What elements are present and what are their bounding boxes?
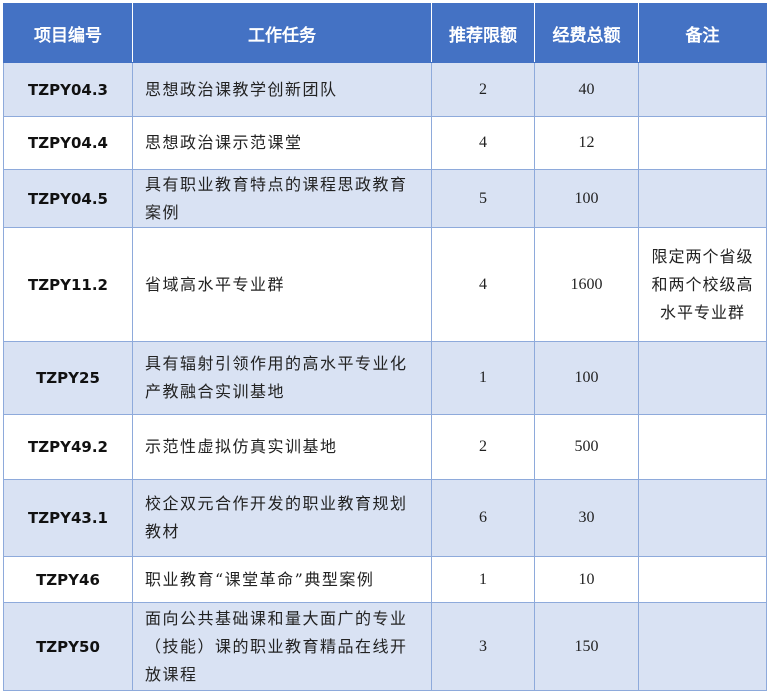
task-cell: 省域高水平专业群	[132, 227, 432, 342]
task-cell: 面向公共基础课和量大面广的专业（技能）课的职业教育精品在线开放课程	[132, 602, 432, 691]
quota-cell: 1	[431, 556, 535, 603]
table-row: TZPY04.5 具有职业教育特点的课程思政教育案例 5 100	[3, 169, 767, 228]
table-row: TZPY25 具有辐射引领作用的高水平专业化产教融合实训基地 1 100	[3, 341, 767, 415]
task-funding-table: 项目编号 工作任务 推荐限额 经费总额 备注 TZPY04.3 思想政治课教学创…	[3, 3, 767, 691]
funding-cell: 12	[534, 116, 639, 170]
table-row: TZPY11.2 省域高水平专业群 4 1600 限定两个省级和两个校级高水平专…	[3, 227, 767, 342]
project-code-cell: TZPY25	[3, 341, 133, 415]
remark-cell	[638, 602, 767, 691]
funding-cell: 40	[534, 62, 639, 117]
table-row: TZPY49.2 示范性虚拟仿真实训基地 2 500	[3, 414, 767, 480]
remark-cell	[638, 62, 767, 117]
table-container: 项目编号 工作任务 推荐限额 经费总额 备注 TZPY04.3 思想政治课教学创…	[3, 3, 767, 691]
remark-cell	[638, 116, 767, 170]
table-row: TZPY04.3 思想政治课教学创新团队 2 40	[3, 62, 767, 117]
header-project-code: 项目编号	[3, 3, 133, 63]
funding-cell: 10	[534, 556, 639, 603]
table-row: TZPY04.4 思想政治课示范课堂 4 12	[3, 116, 767, 170]
quota-cell: 4	[431, 116, 535, 170]
project-code-cell: TZPY04.3	[3, 62, 133, 117]
task-cell: 具有辐射引领作用的高水平专业化产教融合实训基地	[132, 341, 432, 415]
project-code-cell: TZPY50	[3, 602, 133, 691]
remark-cell	[638, 556, 767, 603]
funding-cell: 1600	[534, 227, 639, 342]
header-funding: 经费总额	[534, 3, 639, 63]
project-code-cell: TZPY49.2	[3, 414, 133, 480]
quota-cell: 2	[431, 62, 535, 117]
project-code-cell: TZPY04.5	[3, 169, 133, 228]
table-row: TZPY50 面向公共基础课和量大面广的专业（技能）课的职业教育精品在线开放课程…	[3, 602, 767, 691]
project-code-cell: TZPY11.2	[3, 227, 133, 342]
funding-cell: 150	[534, 602, 639, 691]
header-quota: 推荐限额	[431, 3, 535, 63]
quota-cell: 1	[431, 341, 535, 415]
header-row: 项目编号 工作任务 推荐限额 经费总额 备注	[3, 3, 767, 63]
quota-cell: 5	[431, 169, 535, 228]
task-cell: 职业教育“课堂革命”典型案例	[132, 556, 432, 603]
quota-cell: 4	[431, 227, 535, 342]
remark-cell	[638, 414, 767, 480]
task-cell: 校企双元合作开发的职业教育规划教材	[132, 479, 432, 557]
task-cell: 示范性虚拟仿真实训基地	[132, 414, 432, 480]
remark-cell	[638, 341, 767, 415]
funding-cell: 30	[534, 479, 639, 557]
project-code-cell: TZPY46	[3, 556, 133, 603]
header-task: 工作任务	[132, 3, 432, 63]
quota-cell: 6	[431, 479, 535, 557]
task-cell: 具有职业教育特点的课程思政教育案例	[132, 169, 432, 228]
table-row: TZPY46 职业教育“课堂革命”典型案例 1 10	[3, 556, 767, 603]
funding-cell: 100	[534, 169, 639, 228]
remark-cell	[638, 479, 767, 557]
remark-cell	[638, 169, 767, 228]
funding-cell: 100	[534, 341, 639, 415]
task-cell: 思想政治课示范课堂	[132, 116, 432, 170]
quota-cell: 3	[431, 602, 535, 691]
task-cell: 思想政治课教学创新团队	[132, 62, 432, 117]
table-row: TZPY43.1 校企双元合作开发的职业教育规划教材 6 30	[3, 479, 767, 557]
header-remark: 备注	[638, 3, 767, 63]
remark-cell: 限定两个省级和两个校级高水平专业群	[638, 227, 767, 342]
funding-cell: 500	[534, 414, 639, 480]
project-code-cell: TZPY04.4	[3, 116, 133, 170]
quota-cell: 2	[431, 414, 535, 480]
project-code-cell: TZPY43.1	[3, 479, 133, 557]
